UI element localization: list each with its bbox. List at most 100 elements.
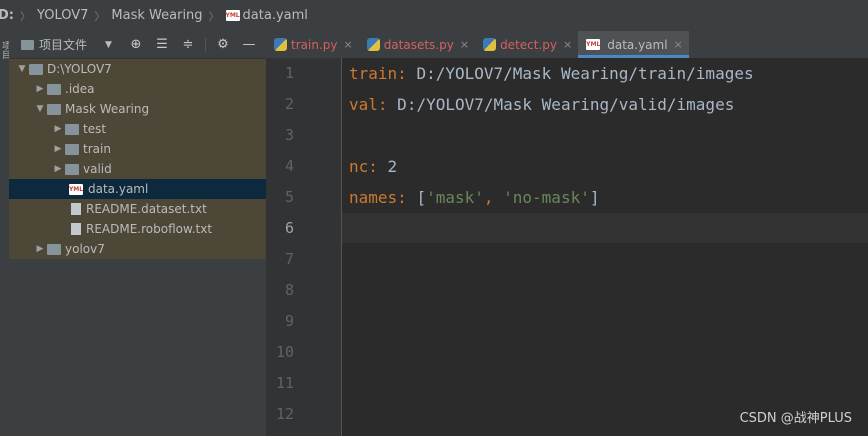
tab-label: datasets.py — [383, 37, 454, 52]
breadcrumb-drive[interactable]: D: — [0, 8, 14, 23]
line-number-current: 6 — [284, 219, 294, 237]
breadcrumb-data-yaml[interactable]: YML data.yaml — [225, 8, 308, 23]
tree-item-yolov7-root[interactable]: ▼ D:\YOLOV7 — [9, 59, 266, 79]
tree-item-mask-wearing[interactable]: ▼ Mask Wearing — [9, 99, 266, 119]
tree-item-train[interactable]: ▶ train — [9, 139, 266, 159]
tree-item-test[interactable]: ▶ test — [9, 119, 266, 139]
tab-label: data.yaml — [607, 37, 668, 52]
tree-item-label: data.yaml — [88, 182, 149, 196]
tree-item-data-yaml[interactable]: YML data.yaml — [9, 179, 266, 199]
project-title: 项目文件 — [39, 38, 88, 52]
tree-item-label: valid — [83, 162, 112, 176]
code-line-2[interactable]: val: D:/YOLOV7/Mask Wearing/valid/images — [349, 95, 734, 114]
folder-icon — [47, 103, 61, 115]
folder-icon — [65, 143, 79, 155]
line-number: 8 — [284, 281, 294, 299]
yaml-key: names — [349, 188, 398, 207]
python-file-icon — [483, 38, 497, 51]
tree-item-label: train — [83, 142, 111, 156]
minimize-icon[interactable]: — — [236, 37, 262, 52]
collapse-all-icon[interactable]: ≑ — [175, 37, 201, 52]
chevron-down-icon[interactable]: ▼ — [15, 64, 29, 74]
tree-item-label: D:\YOLOV7 — [47, 62, 112, 76]
line-number: 5 — [284, 188, 294, 206]
project-panel: 项目文件 ▼ ⊕ ☰ ≑ ⚙ — ▼ D:\YOLOV7 ▶ .idea ▼ M… — [9, 31, 266, 436]
tree-item-label: yolov7 — [65, 242, 105, 256]
line-number: 9 — [284, 312, 294, 330]
yaml-colon: : — [377, 95, 388, 114]
code-editor[interactable]: train: D:/YOLOV7/Mask Wearing/train/imag… — [342, 58, 868, 436]
expand-all-icon[interactable]: ☰ — [149, 37, 175, 52]
breadcrumb-mask-wearing[interactable]: Mask Wearing — [111, 8, 202, 23]
yaml-file-icon: YML — [586, 39, 601, 50]
line-number: 12 — [275, 405, 294, 423]
chevron-down-icon[interactable]: ▼ — [33, 104, 47, 114]
yaml-comma: , — [483, 188, 504, 207]
tree-item-valid[interactable]: ▶ valid — [9, 159, 266, 179]
chevron-right-icon: 〉 — [20, 9, 31, 23]
chevron-right-icon[interactable]: ▶ — [33, 244, 47, 254]
chevron-right-icon[interactable]: ▶ — [51, 164, 65, 174]
watermark: CSDN @战神PLUS — [739, 411, 852, 426]
tab-label: train.py — [291, 37, 338, 52]
close-icon[interactable]: × — [674, 38, 683, 51]
project-view-selector[interactable]: 项目文件 ▼ — [21, 36, 112, 53]
folder-icon — [65, 123, 79, 135]
yaml-key: val — [349, 95, 378, 114]
chevron-right-icon[interactable]: ▶ — [51, 124, 65, 134]
tab-datasets-py[interactable]: datasets.py × — [359, 31, 475, 58]
gear-icon[interactable]: ⚙ — [210, 37, 236, 52]
line-number-gutter[interactable]: 1 2 3 4 5 6 7 8 9 10 11 12 — [266, 58, 342, 436]
editor-tabs: train.py × datasets.py × detect.py × YML… — [266, 31, 868, 59]
chevron-right-icon: 〉 — [208, 9, 220, 23]
project-tree: ▼ D:\YOLOV7 ▶ .idea ▼ Mask Wearing ▶ tes… — [9, 59, 266, 259]
yaml-key: train — [349, 64, 398, 83]
close-icon[interactable]: × — [343, 38, 352, 51]
chevron-right-icon[interactable]: ▶ — [33, 84, 47, 94]
tree-item-label: test — [83, 122, 107, 136]
yaml-bracket: [ — [406, 188, 427, 207]
python-file-icon — [366, 38, 380, 51]
yaml-file-icon: YML — [68, 183, 84, 195]
project-tool-window-button[interactable]: 项目 — [0, 41, 9, 59]
breadcrumb-yolov7[interactable]: YOLOV7 — [37, 8, 88, 23]
tab-detect-py[interactable]: detect.py × — [475, 31, 578, 58]
yaml-colon: : — [368, 157, 378, 176]
locate-icon[interactable]: ⊕ — [123, 37, 149, 52]
line-number: 3 — [284, 126, 294, 144]
tree-item-label: README.dataset.txt — [86, 202, 207, 216]
chevron-down-icon: ▼ — [105, 39, 112, 50]
tree-item-yolov7[interactable]: ▶ yolov7 — [9, 239, 266, 259]
yaml-key: nc — [349, 157, 369, 176]
close-icon[interactable]: × — [460, 38, 469, 51]
yaml-colon: : — [397, 188, 407, 207]
code-line-5[interactable]: names: ['mask', 'no-mask'] — [349, 188, 599, 207]
folder-icon — [47, 243, 61, 255]
line-number: 1 — [284, 64, 294, 82]
tree-item-idea[interactable]: ▶ .idea — [9, 79, 266, 99]
folder-icon — [47, 83, 61, 95]
chevron-right-icon[interactable]: ▶ — [51, 144, 65, 154]
yaml-colon: : — [397, 64, 407, 83]
tree-item-readme-dataset[interactable]: README.dataset.txt — [9, 199, 266, 219]
tree-item-readme-roboflow[interactable]: README.roboflow.txt — [9, 219, 266, 239]
breadcrumb-data-yaml-label: data.yaml — [242, 8, 308, 23]
tree-item-label: README.roboflow.txt — [86, 222, 213, 236]
tab-train-py[interactable]: train.py × — [266, 31, 359, 58]
code-line-1[interactable]: train: D:/YOLOV7/Mask Wearing/train/imag… — [349, 64, 754, 83]
yaml-value: 2 — [377, 157, 398, 176]
tab-data-yaml[interactable]: YML data.yaml × — [578, 31, 689, 58]
yaml-value: D:/YOLOV7/Mask Wearing/train/images — [406, 64, 754, 83]
line-number: 10 — [275, 343, 294, 361]
yaml-file-icon: YML — [225, 10, 240, 21]
yaml-string: 'mask' — [426, 188, 484, 207]
folder-icon — [21, 39, 34, 50]
breadcrumb: D: 〉 YOLOV7 〉 Mask Wearing 〉 YML data.ya… — [0, 0, 868, 32]
tree-item-label: Mask Wearing — [65, 102, 150, 116]
close-icon[interactable]: × — [563, 38, 572, 51]
folder-icon — [29, 63, 43, 75]
code-line-4[interactable]: nc: 2 — [349, 157, 397, 176]
chevron-right-icon: 〉 — [94, 9, 106, 23]
yaml-value: D:/YOLOV7/Mask Wearing/valid/images — [387, 95, 735, 114]
project-toolbar: 项目文件 ▼ ⊕ ☰ ≑ ⚙ — — [9, 31, 266, 59]
